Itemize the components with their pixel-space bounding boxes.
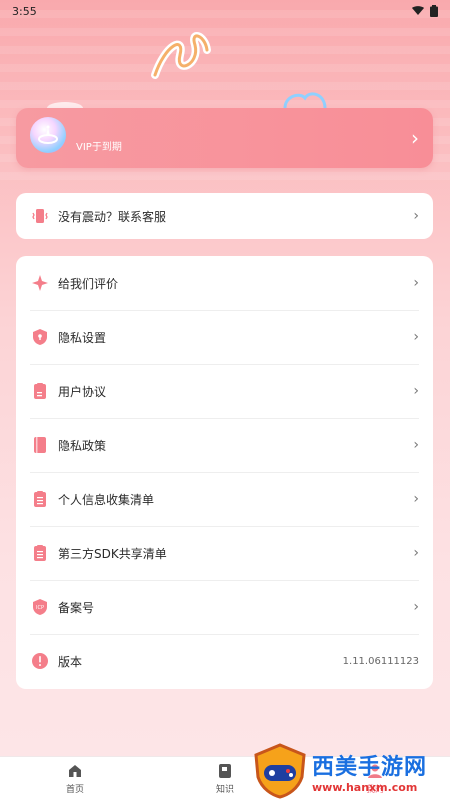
star-sparkle-icon <box>30 273 50 293</box>
contact-support-row[interactable]: 没有震动？联系客服 › <box>16 193 433 239</box>
document-icon <box>30 381 50 401</box>
chevron-right-icon: › <box>411 126 419 150</box>
list-item-label: 备案号 <box>58 600 95 615</box>
nav-label: 知识 <box>215 784 234 795</box>
chevron-right-icon: › <box>413 208 419 224</box>
list-item-icp-record[interactable]: ICP 备案号 › <box>16 580 433 634</box>
list-item-label: 版本 <box>58 654 83 669</box>
clipboard-list-icon <box>30 489 50 509</box>
info-icon <box>30 651 50 671</box>
chevron-right-icon: › <box>413 383 419 399</box>
list-item-label: 第三方SDK共享清单 <box>58 546 167 561</box>
book-icon <box>219 763 231 778</box>
shield-lock-icon <box>30 327 50 347</box>
vip-logo-icon <box>30 117 66 153</box>
chevron-right-icon: › <box>413 275 419 291</box>
list-item-privacy-settings[interactable]: 隐私设置 › <box>16 310 433 364</box>
chevron-right-icon: › <box>413 545 419 561</box>
chevron-right-icon: › <box>413 329 419 345</box>
svg-text:ICP: ICP <box>36 605 44 611</box>
watermark-url: www.hanxm.com <box>312 780 418 794</box>
settings-list: 给我们评价 › 隐私设置 › 用户协议 › 隐私政策 › 个人信息收集清单 › … <box>16 256 433 689</box>
list-item-label: 给我们评价 <box>58 276 119 291</box>
nav-label: 首页 <box>65 784 84 795</box>
list-item-label: 个人信息收集清单 <box>58 492 155 507</box>
gamepad-shield-icon <box>254 743 306 799</box>
list-item-privacy-policy[interactable]: 隐私政策 › <box>16 418 433 472</box>
home-icon <box>69 764 81 777</box>
chevron-right-icon: › <box>413 599 419 615</box>
icp-shield-icon: ICP <box>30 597 50 617</box>
wifi-icon <box>412 6 424 15</box>
chevron-right-icon: › <box>413 437 419 453</box>
watermark-title: 西美手游网 <box>312 754 428 780</box>
list-item-version: 版本 1.11.06111123 <box>16 634 433 688</box>
nav-item-home[interactable]: 首页 <box>0 757 150 800</box>
list-item-third-party-sdk-list[interactable]: 第三方SDK共享清单 › <box>16 526 433 580</box>
list-item-label: 用户协议 <box>58 384 107 399</box>
version-value: 1.11.06111123 <box>342 655 419 667</box>
status-time: 3:55 <box>12 4 37 18</box>
book-icon <box>30 435 50 455</box>
vip-expiry-label: VIP于到期 <box>76 141 122 153</box>
chevron-right-icon: › <box>413 491 419 507</box>
list-item-label: 隐私政策 <box>58 438 107 453</box>
support-card: 没有震动？联系客服 › <box>16 193 433 239</box>
cloud-decoration <box>283 92 327 110</box>
list-item-label: 隐私设置 <box>58 330 107 345</box>
vip-card[interactable]: VIP于到期 › <box>16 108 433 168</box>
list-item-personal-info-list[interactable]: 个人信息收集清单 › <box>16 472 433 526</box>
status-bar: 3:55 <box>0 0 450 22</box>
scribble-decoration <box>151 32 211 79</box>
list-item-rate-us[interactable]: 给我们评价 › <box>16 256 433 310</box>
watermark: 西美手游网 www.hanxm.com <box>252 742 450 800</box>
phone-vibrate-icon <box>30 206 50 226</box>
contact-support-label: 没有震动？联系客服 <box>58 209 167 224</box>
list-item-user-agreement[interactable]: 用户协议 › <box>16 364 433 418</box>
battery-icon <box>430 5 438 17</box>
clipboard-list-icon <box>30 543 50 563</box>
